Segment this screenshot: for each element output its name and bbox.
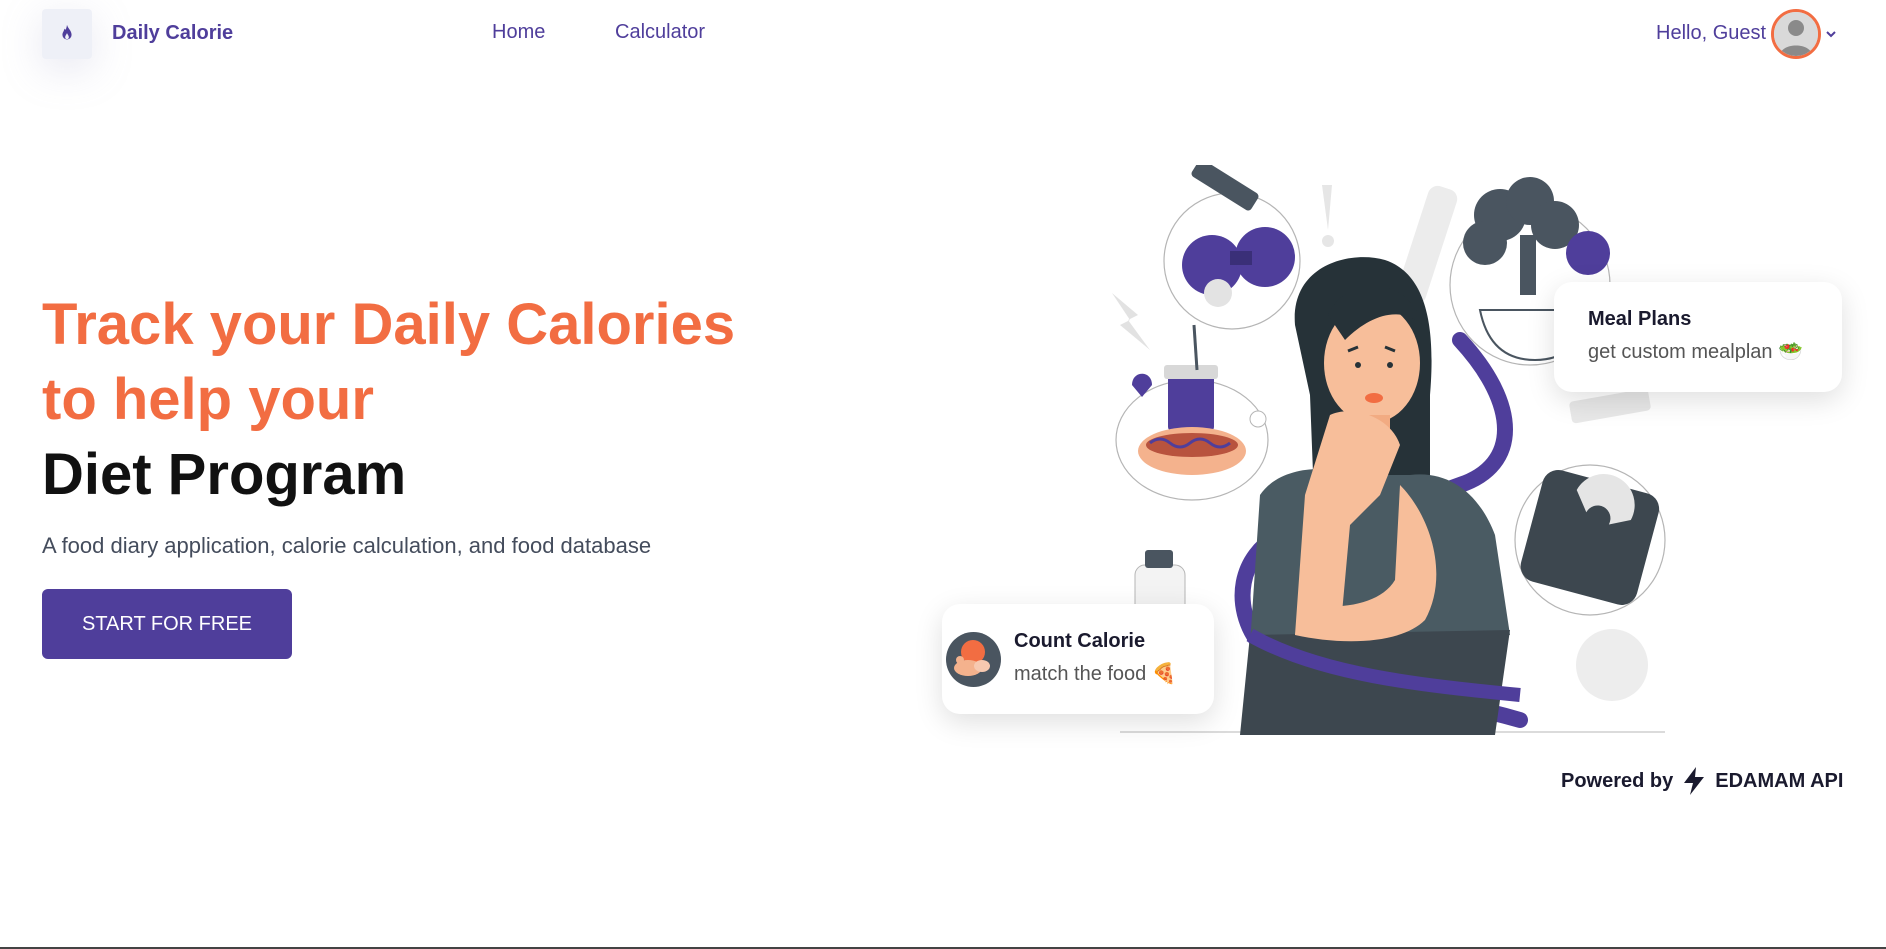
nav-link-calculator[interactable]: Calculator [615,21,705,44]
meal-plans-title: Meal Plans [1588,308,1692,330]
lightning-icon [1684,767,1705,795]
hero-title-line-3: Diet Program [42,442,407,507]
hero-title-line-1: Track your Daily Calories [42,292,736,357]
user-greeting[interactable]: Hello, Guest [1656,22,1766,45]
top-navbar: Daily Calorie Home Calculator Hello, Gue… [0,0,1886,68]
count-calorie-title: Count Calorie [1014,630,1146,652]
flame-icon [62,24,72,40]
meal-plans-subtitle: get custom mealplan 🥗 [1588,341,1803,363]
powered-by-credit: Powered by EDAMAM API [1561,766,1843,796]
hero-subtitle: A food diary application, calorie calcul… [42,533,652,558]
logo-button[interactable] [42,9,92,59]
edamam-api-link[interactable]: EDAMAM API [1715,770,1843,793]
user-avatar-icon[interactable] [1771,9,1821,59]
meal-plans-card[interactable]: Meal Plans get custom mealplan 🥗 [1554,282,1842,392]
start-for-free-button[interactable]: START FOR FREE [42,589,292,659]
count-calorie-card[interactable]: Count Calorie match the food 🍕 [942,604,1214,714]
hero-title: Track your Daily Calories to help your D… [42,287,735,512]
person-silhouette-icon [1774,12,1818,56]
nav-link-home[interactable]: Home [492,21,545,44]
powered-by-label: Powered by [1561,769,1674,792]
hero-title-line-2: to help your [42,367,374,432]
food-plate-icon [946,632,1001,687]
count-calorie-subtitle: match the food 🍕 [1014,663,1177,685]
chevron-down-icon[interactable] [1824,27,1838,41]
brand-name[interactable]: Daily Calorie [112,22,233,45]
